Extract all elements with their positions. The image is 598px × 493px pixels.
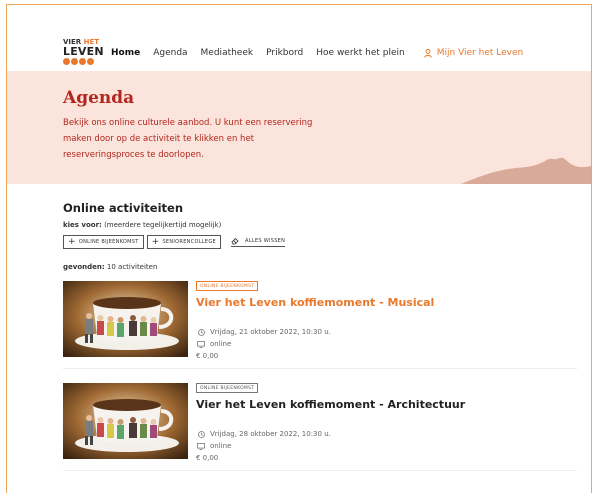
activity-date: Vrijdag, 28 oktober 2022, 10:30 u. bbox=[210, 430, 331, 438]
results-value: 10 activiteiten bbox=[106, 263, 158, 271]
monitor-icon bbox=[196, 340, 206, 348]
activity-card[interactable]: online bijeenkomst Vier het Leven koffie… bbox=[63, 277, 577, 369]
activity-card[interactable]: online bijeenkomst Vier het Leven koffie… bbox=[63, 379, 577, 471]
nav-prikbord[interactable]: Prikbord bbox=[266, 48, 303, 58]
activity-price-row: € 0,00 bbox=[196, 454, 218, 462]
activity-location: online bbox=[210, 442, 232, 450]
filter-bar: + online bijeenkomst + seniorencollege a… bbox=[63, 235, 286, 249]
nav-agenda[interactable]: Agenda bbox=[153, 48, 187, 58]
kies-hint: (meerdere tegelijkertijd mogelijk) bbox=[104, 221, 222, 229]
section-title: Online activiteiten bbox=[63, 201, 184, 215]
kies-label: kies voor: bbox=[63, 221, 102, 229]
nav-hoe-werkt-het-plein[interactable]: Hoe werkt het plein bbox=[316, 48, 404, 58]
plus-icon: + bbox=[68, 236, 76, 247]
activity-date-row: Vrijdag, 28 oktober 2022, 10:30 u. bbox=[196, 430, 331, 438]
logo-word-leven: LEVEN bbox=[63, 45, 104, 58]
activity-price: € 0,00 bbox=[196, 454, 219, 462]
activity-image[interactable] bbox=[63, 383, 188, 459]
site-logo[interactable]: VIER HET LEVEN bbox=[63, 39, 104, 67]
nav-mediatheek[interactable]: Mediatheek bbox=[201, 48, 254, 58]
my-account-label: Mijn Vier het Leven bbox=[436, 48, 524, 58]
activity-date: Vrijdag, 21 oktober 2022, 10:30 u. bbox=[210, 328, 331, 336]
clear-filters-button[interactable]: alles wissen bbox=[231, 237, 286, 247]
results-label: gevonden: bbox=[63, 263, 105, 271]
logo-dots bbox=[63, 58, 103, 65]
monitor-icon bbox=[196, 442, 206, 450]
clock-icon bbox=[196, 430, 206, 438]
hero-description: Bekijk ons online culturele aanbod. U ku… bbox=[63, 118, 313, 160]
clock-icon bbox=[196, 328, 206, 336]
my-account-link[interactable]: Mijn Vier het Leven bbox=[423, 48, 524, 58]
results-count: gevonden: 10 activiteiten bbox=[63, 263, 157, 271]
page-frame: VIER HET LEVEN Home Agenda Mediatheek Pr… bbox=[6, 4, 592, 493]
page-title: Agenda bbox=[63, 88, 135, 108]
activity-type-badge: online bijeenkomst bbox=[196, 281, 259, 291]
activity-image[interactable] bbox=[63, 281, 188, 357]
filter-online-bijeenkomst[interactable]: + online bijeenkomst bbox=[63, 235, 144, 249]
hills-illustration bbox=[461, 157, 591, 184]
chip-label: online bijeenkomst bbox=[78, 239, 139, 245]
activity-location-row: online bbox=[196, 340, 231, 348]
eraser-icon bbox=[231, 237, 239, 245]
coffee-illustration bbox=[63, 383, 188, 459]
activity-date-row: Vrijdag, 21 oktober 2022, 10:30 u. bbox=[196, 328, 331, 336]
main-nav: Home Agenda Mediatheek Prikbord Hoe werk… bbox=[111, 48, 523, 58]
hero-banner: Agenda Bekijk ons online culturele aanbo… bbox=[7, 71, 591, 184]
activity-type-badge: online bijeenkomst bbox=[196, 383, 259, 393]
activity-title[interactable]: Vier het Leven koffiemoment - Architectu… bbox=[196, 398, 465, 411]
nav-home[interactable]: Home bbox=[111, 48, 140, 58]
activity-location-row: online bbox=[196, 442, 231, 450]
activity-price: € 0,00 bbox=[196, 352, 219, 360]
filter-seniorencollege[interactable]: + seniorencollege bbox=[146, 235, 221, 249]
coffee-illustration bbox=[63, 281, 188, 357]
activity-title[interactable]: Vier het Leven koffiemoment - Musical bbox=[196, 296, 434, 309]
clear-filters-label: alles wissen bbox=[245, 238, 286, 244]
chip-label: seniorencollege bbox=[162, 239, 216, 245]
user-icon bbox=[423, 48, 432, 58]
plus-icon: + bbox=[151, 236, 160, 247]
filter-instructions: kies voor: (meerdere tegelijkertijd moge… bbox=[63, 221, 221, 229]
activity-location: online bbox=[210, 340, 232, 348]
site-header: VIER HET LEVEN Home Agenda Mediatheek Pr… bbox=[7, 5, 591, 71]
activity-price-row: € 0,00 bbox=[196, 352, 218, 360]
